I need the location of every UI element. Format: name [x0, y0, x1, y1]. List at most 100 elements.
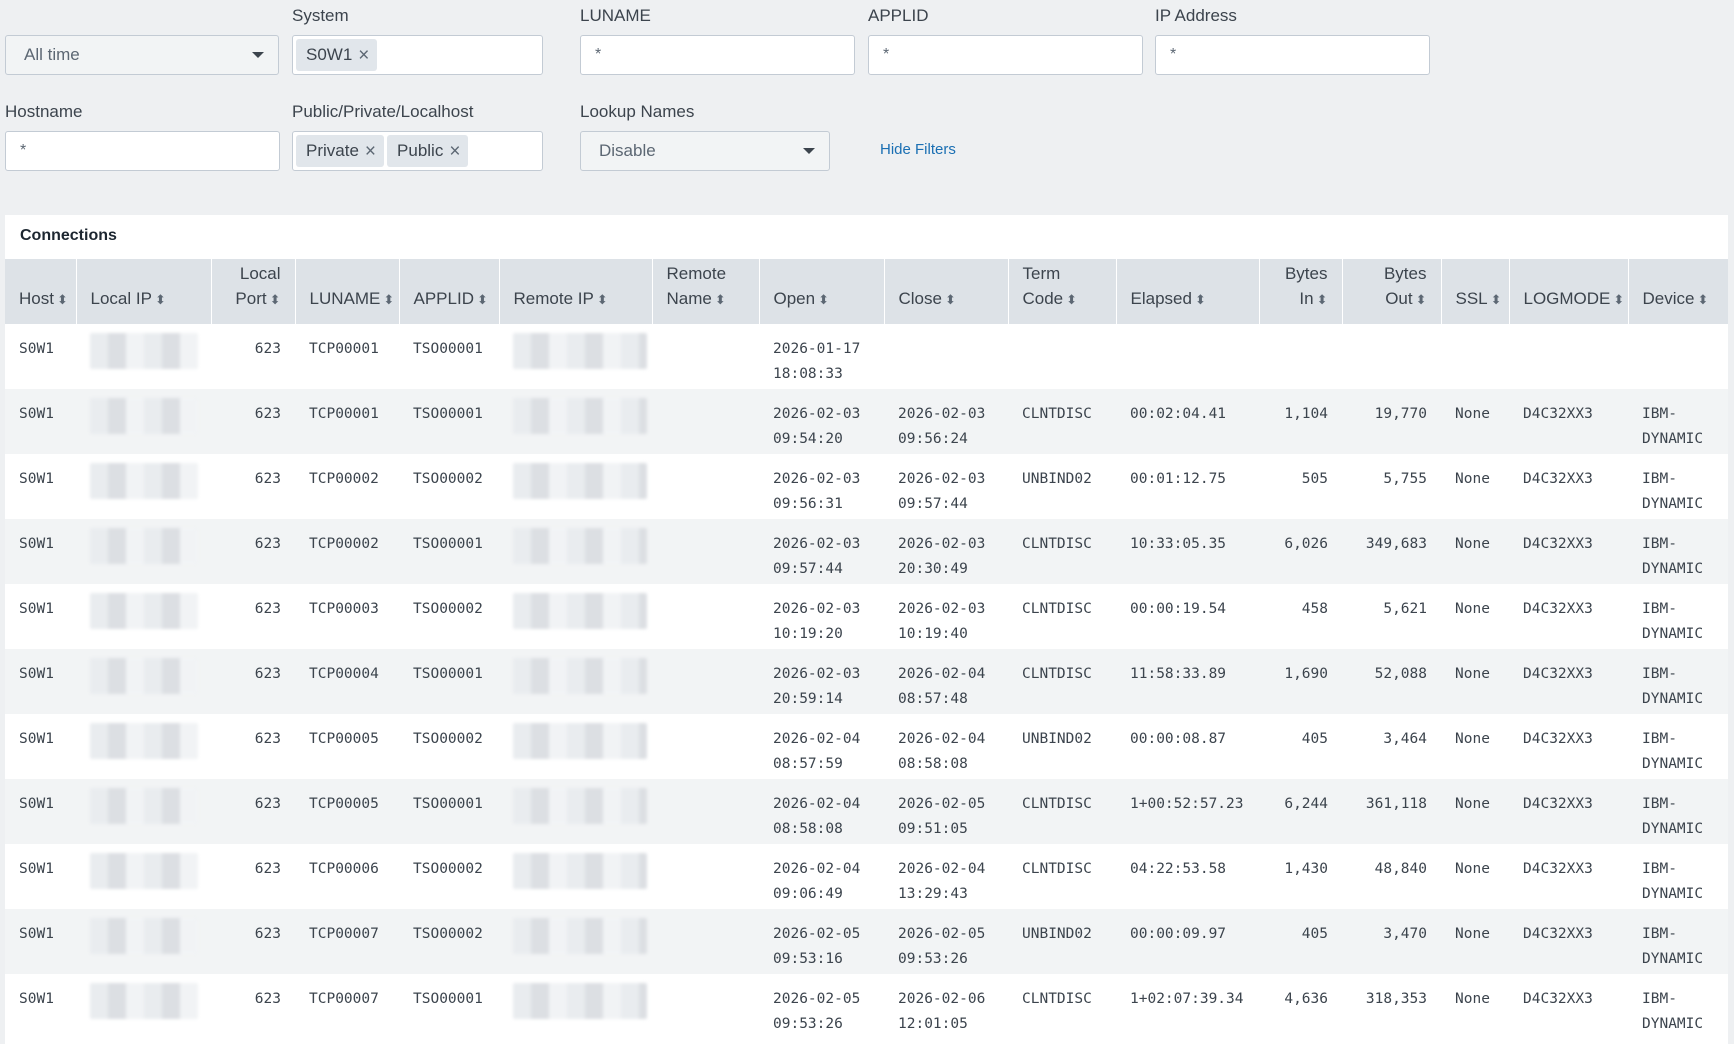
- column-header[interactable]: Open ⬍: [759, 259, 885, 324]
- table-cell: [499, 974, 652, 1039]
- sort-icon[interactable]: ⬍: [1697, 292, 1708, 307]
- column-header[interactable]: Host ⬍: [5, 259, 77, 324]
- table-row[interactable]: S0W1 623 TCP00002 TSO00002 2026-02-03 09:56:…: [5, 454, 1728, 519]
- table-cell: 2026-02-03 10:19:40: [898, 601, 986, 642]
- column-header[interactable]: Bytes In ⬍: [1259, 259, 1343, 324]
- applid-input[interactable]: *: [868, 35, 1143, 75]
- table-cell: None: [1455, 991, 1490, 1007]
- column-header[interactable]: Remote Name ⬍: [652, 259, 760, 324]
- close-icon[interactable]: ×: [449, 142, 460, 161]
- table-cell: 2026-02-04 08:57:59: [773, 731, 861, 772]
- table-cell: 1+02:07:39.34: [1130, 991, 1244, 1007]
- table-cell: 2026-02-03 20:30:49: [884, 519, 1008, 584]
- table-cell: 623: [211, 519, 295, 584]
- table-cell: 1,104: [1259, 389, 1342, 454]
- table-row[interactable]: S0W1 623 TCP00001 TSO00001 2026-02-03 09:54:…: [5, 389, 1728, 454]
- sort-icon[interactable]: ⬍: [1613, 292, 1624, 307]
- column-header-label: Term Code: [1022, 264, 1064, 308]
- scope-multiselect[interactable]: Private × Public ×: [292, 131, 543, 171]
- table-cell: 2026-02-03 09:57:44: [759, 519, 884, 584]
- table-cell: D4C32XX3: [1523, 601, 1593, 617]
- redacted-ip: [513, 593, 647, 629]
- time-range-value: All time: [24, 45, 80, 64]
- table-cell: 349,683: [1342, 519, 1441, 584]
- table-cell: TCP00002: [309, 471, 379, 487]
- close-icon[interactable]: ×: [365, 142, 376, 161]
- table-row[interactable]: S0W1 623 TCP00004 TSO00001 2026-02-03 20:59:…: [5, 649, 1728, 714]
- column-header-label: Close: [898, 289, 942, 308]
- table-cell: 2026-02-03 09:56:31: [773, 471, 861, 512]
- table-cell: TSO00002: [413, 601, 483, 617]
- sort-icon[interactable]: ⬍: [57, 292, 68, 307]
- sort-icon[interactable]: ⬍: [1416, 292, 1427, 307]
- table-cell: 4,636: [1284, 991, 1328, 1007]
- table-cell: 1,690: [1259, 649, 1342, 714]
- column-header[interactable]: Device ⬍: [1628, 259, 1728, 324]
- column-header[interactable]: Remote IP ⬍: [499, 259, 653, 324]
- column-header[interactable]: Close ⬍: [884, 259, 1009, 324]
- system-multiselect[interactable]: S0W1 ×: [292, 35, 543, 75]
- hostname-input[interactable]: *: [5, 131, 280, 171]
- table-cell: TSO00001: [413, 341, 483, 357]
- table-cell: CLNTDISC: [1022, 991, 1092, 1007]
- table-cell: 623: [254, 991, 281, 1007]
- table-row[interactable]: S0W1 623 TCP00002 TSO00001 2026-02-03 09:57:…: [5, 519, 1728, 584]
- column-header[interactable]: Bytes Out ⬍: [1342, 259, 1442, 324]
- public-chip-label: Public: [397, 141, 444, 160]
- table-cell: UNBIND02: [1008, 909, 1116, 974]
- column-header[interactable]: Local IP ⬍: [76, 259, 212, 324]
- sort-icon[interactable]: ⬍: [270, 292, 281, 307]
- column-header[interactable]: Elapsed ⬍: [1116, 259, 1260, 324]
- close-icon[interactable]: ×: [358, 46, 369, 65]
- table-row[interactable]: S0W1 623 TCP00003 TSO00002 2026-02-03 10:19:…: [5, 584, 1728, 649]
- column-header[interactable]: SSL ⬍: [1441, 259, 1510, 324]
- sort-icon[interactable]: ⬍: [383, 292, 394, 307]
- table-cell: IBM- DYNAMIC: [1642, 601, 1704, 642]
- sort-icon[interactable]: ⬍: [477, 292, 488, 307]
- column-header[interactable]: LOGMODE ⬍: [1509, 259, 1629, 324]
- table-cell: 2026-02-04 08:58:08: [898, 731, 986, 772]
- private-chip-label: Private: [306, 141, 359, 160]
- sort-icon[interactable]: ⬍: [715, 292, 726, 307]
- table-cell: 623: [211, 779, 295, 844]
- redacted-ip: [513, 723, 647, 759]
- table-cell: 1+00:52:57.23: [1116, 779, 1259, 844]
- table-cell: IBM- DYNAMIC: [1628, 519, 1728, 584]
- table-cell: TCP00005: [309, 731, 379, 747]
- column-header[interactable]: Term Code ⬍: [1008, 259, 1117, 324]
- table-row[interactable]: S0W1 623 TCP00007 TSO00001 2026-02-05 09:53:…: [5, 974, 1728, 1039]
- table-row[interactable]: S0W1 623 TCP00005 TSO00002 2026-02-04 08:57:…: [5, 714, 1728, 779]
- lookup-names-dropdown[interactable]: Disable: [580, 131, 830, 171]
- sort-icon[interactable]: ⬍: [1491, 292, 1502, 307]
- sort-icon[interactable]: ⬍: [597, 292, 608, 307]
- table-row[interactable]: S0W1 623 TCP00006 TSO00002 2026-02-04 09:06:…: [5, 844, 1728, 909]
- redacted-ip: [513, 983, 647, 1019]
- applid-label: APPLID: [868, 6, 929, 25]
- table-cell: [76, 519, 211, 584]
- table-cell: [499, 649, 652, 714]
- sort-icon[interactable]: ⬍: [1066, 292, 1077, 307]
- table-cell: [884, 324, 1008, 389]
- hide-filters-link[interactable]: Hide Filters: [880, 141, 956, 158]
- sort-icon[interactable]: ⬍: [155, 292, 166, 307]
- column-header[interactable]: Local Port ⬍: [211, 259, 296, 324]
- table-cell: TSO00001: [399, 649, 499, 714]
- column-header[interactable]: APPLID ⬍: [399, 259, 500, 324]
- table-row[interactable]: S0W1 623 TCP00007 TSO00002 2026-02-05 09:53:…: [5, 909, 1728, 974]
- sort-icon[interactable]: ⬍: [1317, 292, 1328, 307]
- ip-address-input[interactable]: *: [1155, 35, 1430, 75]
- time-range-dropdown[interactable]: All time: [5, 35, 279, 75]
- table-cell: 2026-02-06 12:01:05: [898, 991, 986, 1032]
- table-row[interactable]: S0W1 623 TCP00005 TSO00001 2026-02-04 08:58:…: [5, 779, 1728, 844]
- redacted-ip: [90, 658, 198, 694]
- table-cell: D4C32XX3: [1509, 389, 1628, 454]
- table-cell: 2026-02-03 09:56:24: [884, 389, 1008, 454]
- table-cell: 2026-02-03 10:19:20: [773, 601, 861, 642]
- table-cell: S0W1: [19, 731, 54, 747]
- table-row[interactable]: S0W1 623 TCP00001 TSO00001 2026-01-17 18:08:…: [5, 324, 1728, 389]
- luname-input[interactable]: *: [580, 35, 855, 75]
- sort-icon[interactable]: ⬍: [945, 292, 956, 307]
- column-header[interactable]: LUNAME ⬍: [295, 259, 400, 324]
- sort-icon[interactable]: ⬍: [1195, 292, 1206, 307]
- sort-icon[interactable]: ⬍: [818, 292, 829, 307]
